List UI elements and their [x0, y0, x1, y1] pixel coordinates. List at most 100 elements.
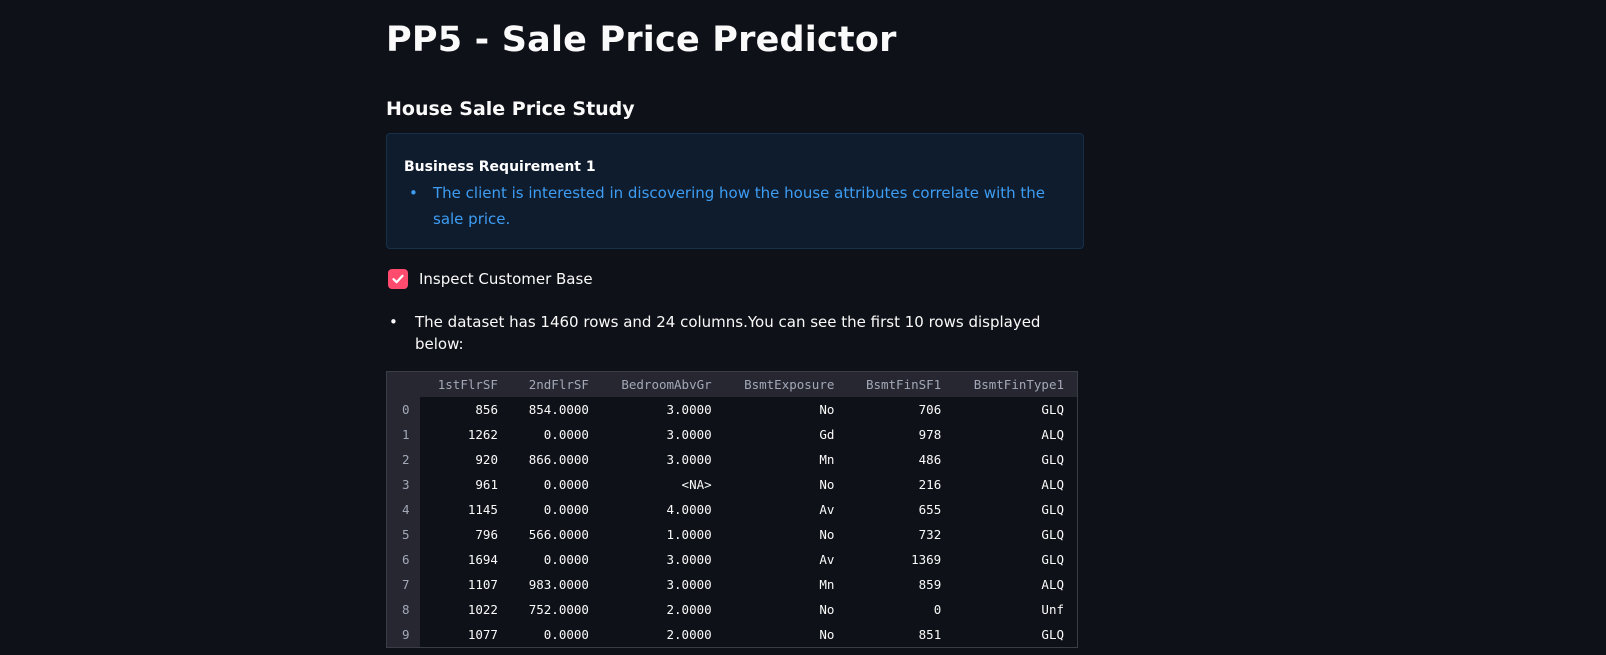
table-cell[interactable]: GLQ	[954, 547, 1077, 572]
table-cell[interactable]: 1694	[420, 547, 511, 572]
table-cell[interactable]: 1077	[420, 622, 511, 647]
table-cell[interactable]: Unf	[954, 597, 1077, 622]
table-cell[interactable]: 216	[847, 472, 954, 497]
table-cell[interactable]: 859	[847, 572, 954, 597]
table-cell[interactable]: 0.0000	[511, 497, 602, 522]
table-cell[interactable]: 566.0000	[511, 522, 602, 547]
table-cell[interactable]: ALQ	[954, 422, 1077, 447]
column-header[interactable]: 2ndFlrSF	[510, 372, 602, 397]
table-cell[interactable]: 706	[847, 397, 954, 422]
table-cell[interactable]: 3.0000	[602, 422, 725, 447]
table-cell[interactable]: 3.0000	[602, 447, 725, 472]
table-cell[interactable]: GLQ	[954, 622, 1077, 647]
table-cell[interactable]: No	[725, 472, 848, 497]
table-cell[interactable]: 983.0000	[511, 572, 602, 597]
table-cell[interactable]: 3.0000	[602, 572, 725, 597]
column-header[interactable]: BedroomAbvGr	[601, 372, 725, 397]
row-index: 4	[387, 497, 420, 522]
column-header[interactable]: 1stFlrSF	[420, 372, 511, 397]
row-index: 9	[387, 622, 420, 647]
table-cell[interactable]: 0.0000	[511, 422, 602, 447]
table-cell[interactable]: 978	[847, 422, 954, 447]
table-cell[interactable]: 732	[847, 522, 954, 547]
table-cell[interactable]: 1145	[420, 497, 511, 522]
table-cell[interactable]: 851	[847, 622, 954, 647]
table-cell[interactable]: No	[725, 397, 848, 422]
table-cell[interactable]: 0.0000	[511, 472, 602, 497]
main-content: PP5 - Sale Price Predictor House Sale Pr…	[386, 0, 1084, 648]
info-heading: Business Requirement 1	[404, 159, 596, 175]
row-index: 8	[387, 597, 420, 622]
table-cell[interactable]: GLQ	[954, 447, 1077, 472]
table-cell[interactable]: 655	[847, 497, 954, 522]
info-list-item-text: The client is interested in discovering …	[433, 184, 1046, 228]
table-cell[interactable]: No	[725, 622, 848, 647]
table-cell[interactable]: GLQ	[954, 497, 1077, 522]
inspect-customer-base-checkbox[interactable]: Inspect Customer Base	[386, 268, 1084, 290]
table-cell[interactable]: No	[725, 522, 848, 547]
table-cell[interactable]: 961	[420, 472, 511, 497]
table-cell[interactable]: No	[725, 597, 848, 622]
table-cell[interactable]: GLQ	[954, 397, 1077, 422]
info-box: Business Requirement 1 • The client is i…	[386, 133, 1084, 249]
checkmark-icon	[392, 274, 404, 284]
index-header	[387, 372, 420, 397]
table-cell[interactable]: 1.0000	[602, 522, 725, 547]
table-cell[interactable]: 920	[420, 447, 511, 472]
table-cell[interactable]: 1107	[420, 572, 511, 597]
table-cell[interactable]: 866.0000	[511, 447, 602, 472]
bullet-icon: •	[409, 184, 418, 202]
row-index: 6	[387, 547, 420, 572]
table-cell[interactable]: 752.0000	[511, 597, 602, 622]
info-list-item: • The client is interested in discoverin…	[404, 180, 1067, 232]
table-cell[interactable]: 3.0000	[602, 547, 725, 572]
table-cell[interactable]: Gd	[725, 422, 848, 447]
column-header[interactable]: BsmtFinSF1	[847, 372, 955, 397]
row-index: 2	[387, 447, 420, 472]
column-header[interactable]: BsmtFinType1	[954, 372, 1077, 397]
table-cell[interactable]: 854.0000	[511, 397, 602, 422]
table-row: 6 1694 0.0000 3.0000 Av 1369 GLQ	[387, 547, 1077, 572]
section-title: House Sale Price Study	[386, 98, 635, 120]
table-cell[interactable]: Av	[725, 497, 848, 522]
table-cell[interactable]: Av	[725, 547, 848, 572]
page-title: PP5 - Sale Price Predictor	[386, 20, 897, 60]
row-index: 3	[387, 472, 420, 497]
checkbox-checked-icon[interactable]	[388, 269, 408, 289]
table-cell[interactable]: Mn	[725, 447, 848, 472]
column-header[interactable]: BsmtExposure	[724, 372, 848, 397]
table-cell[interactable]: 0	[847, 597, 954, 622]
dataframe: 1stFlrSF 2ndFlrSF BedroomAbvGr BsmtExpos…	[387, 372, 1077, 647]
table-cell[interactable]: 1022	[420, 597, 511, 622]
table-cell[interactable]: ALQ	[954, 472, 1077, 497]
table-row: 8 1022 752.0000 2.0000 No 0 Unf	[387, 597, 1077, 622]
table-row: 7 1107 983.0000 3.0000 Mn 859 ALQ	[387, 572, 1077, 597]
table-cell[interactable]: Mn	[725, 572, 848, 597]
table-cell[interactable]: ALQ	[954, 572, 1077, 597]
table-cell[interactable]: 2.0000	[602, 622, 725, 647]
row-index: 7	[387, 572, 420, 597]
table-cell[interactable]: 1369	[847, 547, 954, 572]
table-cell[interactable]: 2.0000	[602, 597, 725, 622]
table-row: 0 856 854.0000 3.0000 No 706 GLQ	[387, 397, 1077, 422]
table-cell[interactable]: 0.0000	[511, 622, 602, 647]
table-cell[interactable]: 0.0000	[511, 547, 602, 572]
table-row: 5 796 566.0000 1.0000 No 732 GLQ	[387, 522, 1077, 547]
table-cell[interactable]: 1262	[420, 422, 511, 447]
table-cell[interactable]: 486	[847, 447, 954, 472]
table-row: 9 1077 0.0000 2.0000 No 851 GLQ	[387, 622, 1077, 647]
table-cell[interactable]: <NA>	[602, 472, 725, 497]
table-cell[interactable]: 4.0000	[602, 497, 725, 522]
row-index: 5	[387, 522, 420, 547]
table-cell[interactable]: 796	[420, 522, 511, 547]
table-header-row: 1stFlrSF 2ndFlrSF BedroomAbvGr BsmtExpos…	[387, 372, 1077, 397]
row-index: 1	[387, 422, 420, 447]
table-cell[interactable]: 856	[420, 397, 511, 422]
info-list: • The client is interested in discoverin…	[404, 180, 1067, 232]
dataframe-table[interactable]: 1stFlrSF 2ndFlrSF BedroomAbvGr BsmtExpos…	[386, 371, 1078, 648]
bullet-icon: •	[389, 313, 398, 331]
dataset-summary: • The dataset has 1460 rows and 24 colum…	[386, 311, 1084, 355]
row-index: 0	[387, 397, 420, 422]
table-cell[interactable]: 3.0000	[602, 397, 725, 422]
table-cell[interactable]: GLQ	[954, 522, 1077, 547]
